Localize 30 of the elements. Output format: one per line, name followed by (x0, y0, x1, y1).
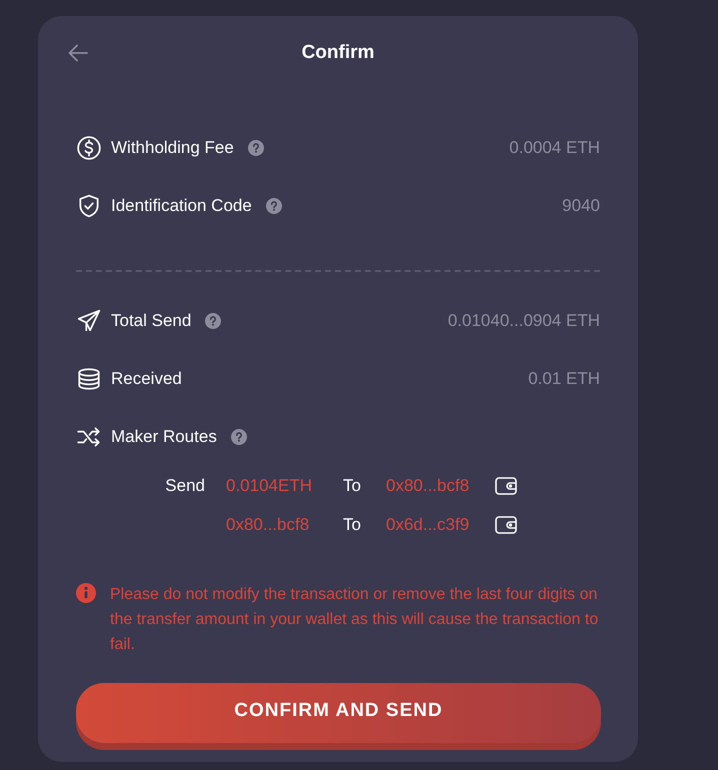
confirm-and-send-button[interactable]: CONFIRM AND SEND (76, 683, 601, 743)
back-arrow-icon[interactable] (68, 44, 88, 62)
row-label: Received (111, 368, 182, 388)
route-address: 0x80...bcf8 (386, 476, 470, 496)
row-label: Maker Routes (111, 426, 217, 446)
route-joiner: To (343, 476, 362, 496)
route-source: 0x80...bcf8 (226, 515, 310, 535)
row-value: 0.01 ETH (528, 368, 600, 388)
warning-message: Please do not modify the transaction or remove the last four digits on the transfer amount in your wallet as this will cause the transaction to fail. (110, 585, 600, 655)
wallet-icon[interactable] (495, 477, 517, 495)
row-value: 0.01040...0904 ETH (448, 310, 600, 330)
help-icon[interactable] (205, 312, 222, 328)
row-value: 0.0004 ETH (509, 138, 600, 158)
dialog-title: Confirm (302, 42, 374, 64)
wallet-icon[interactable] (495, 516, 517, 534)
info-icon (76, 583, 96, 603)
plane-icon (76, 308, 102, 334)
route-label: Send (164, 476, 205, 496)
coins-icon (76, 366, 102, 392)
help-icon[interactable] (230, 428, 247, 444)
help-icon[interactable] (266, 198, 282, 214)
row-label: Withholding Fee (111, 138, 234, 158)
row-value: 9040 (562, 196, 600, 216)
row-label: Total Send (111, 310, 192, 330)
row-label: Identification Code (111, 196, 252, 216)
route-joiner: To (343, 515, 362, 535)
dollar-icon (76, 134, 102, 160)
route-address: 0x6d...c3f9 (386, 515, 470, 535)
help-icon[interactable] (248, 140, 264, 156)
route-source: 0.0104ETH (226, 476, 313, 496)
